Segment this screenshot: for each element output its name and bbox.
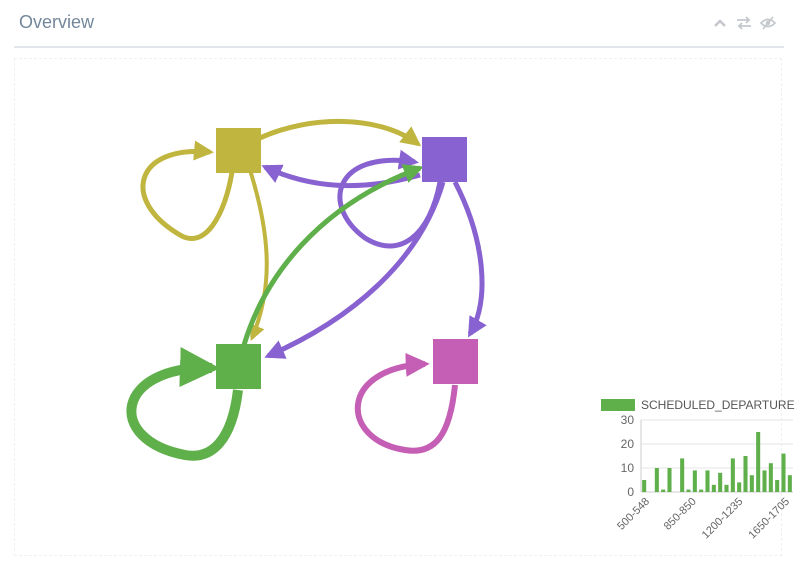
histogram-bar[interactable]	[667, 468, 672, 492]
histogram-bar[interactable]	[787, 475, 792, 492]
histogram-bar[interactable]	[680, 458, 685, 492]
node-green[interactable]	[216, 344, 261, 389]
histogram-bar[interactable]	[743, 456, 748, 492]
y-tick-label: 0	[627, 485, 634, 499]
node-magenta[interactable]	[433, 339, 478, 384]
histogram-bar[interactable]	[661, 489, 666, 492]
histogram-bar[interactable]	[775, 480, 780, 492]
node-purple[interactable]	[422, 137, 467, 182]
histogram-bar[interactable]	[699, 489, 704, 492]
histogram-bar[interactable]	[724, 484, 729, 492]
histogram-bar[interactable]	[730, 458, 735, 492]
y-tick-label: 10	[621, 461, 635, 475]
y-tick-label: 30	[621, 413, 635, 427]
x-tick-label: 1650-1705	[746, 496, 792, 542]
histogram-bar[interactable]	[705, 470, 710, 492]
histogram-bar[interactable]	[642, 480, 647, 492]
edge-purple-green[interactable]	[264, 181, 446, 359]
histogram-chart: SCHEDULED_DEPARTURE 0 10 20 30 500-548 850-85…	[601, 398, 795, 542]
histogram-bar[interactable]	[686, 489, 691, 492]
histogram-bar[interactable]	[711, 484, 716, 492]
node-olive[interactable]	[216, 128, 261, 173]
histogram-bar[interactable]	[654, 468, 659, 492]
histogram-bar[interactable]	[692, 470, 697, 492]
legend-swatch	[601, 399, 635, 411]
x-tick-label: 850-850	[662, 496, 699, 533]
y-tick-label: 20	[621, 437, 635, 451]
x-tick-label: 500-548	[615, 496, 652, 533]
histogram-bar[interactable]	[762, 470, 767, 492]
edge-purple-magenta[interactable]	[452, 180, 487, 338]
edge-olive-purple[interactable]	[258, 119, 422, 147]
histogram-bar[interactable]	[737, 482, 742, 492]
histogram-bar[interactable]	[756, 432, 761, 492]
histogram-bar[interactable]	[749, 475, 754, 492]
histogram-bar[interactable]	[768, 463, 773, 492]
histogram-bar[interactable]	[718, 472, 723, 492]
edge-green-purple[interactable]	[241, 164, 424, 346]
x-tick-label: 1200-1235	[700, 496, 746, 542]
legend-label: SCHEDULED_DEPARTURE	[641, 398, 795, 412]
histogram-bar[interactable]	[781, 453, 786, 492]
